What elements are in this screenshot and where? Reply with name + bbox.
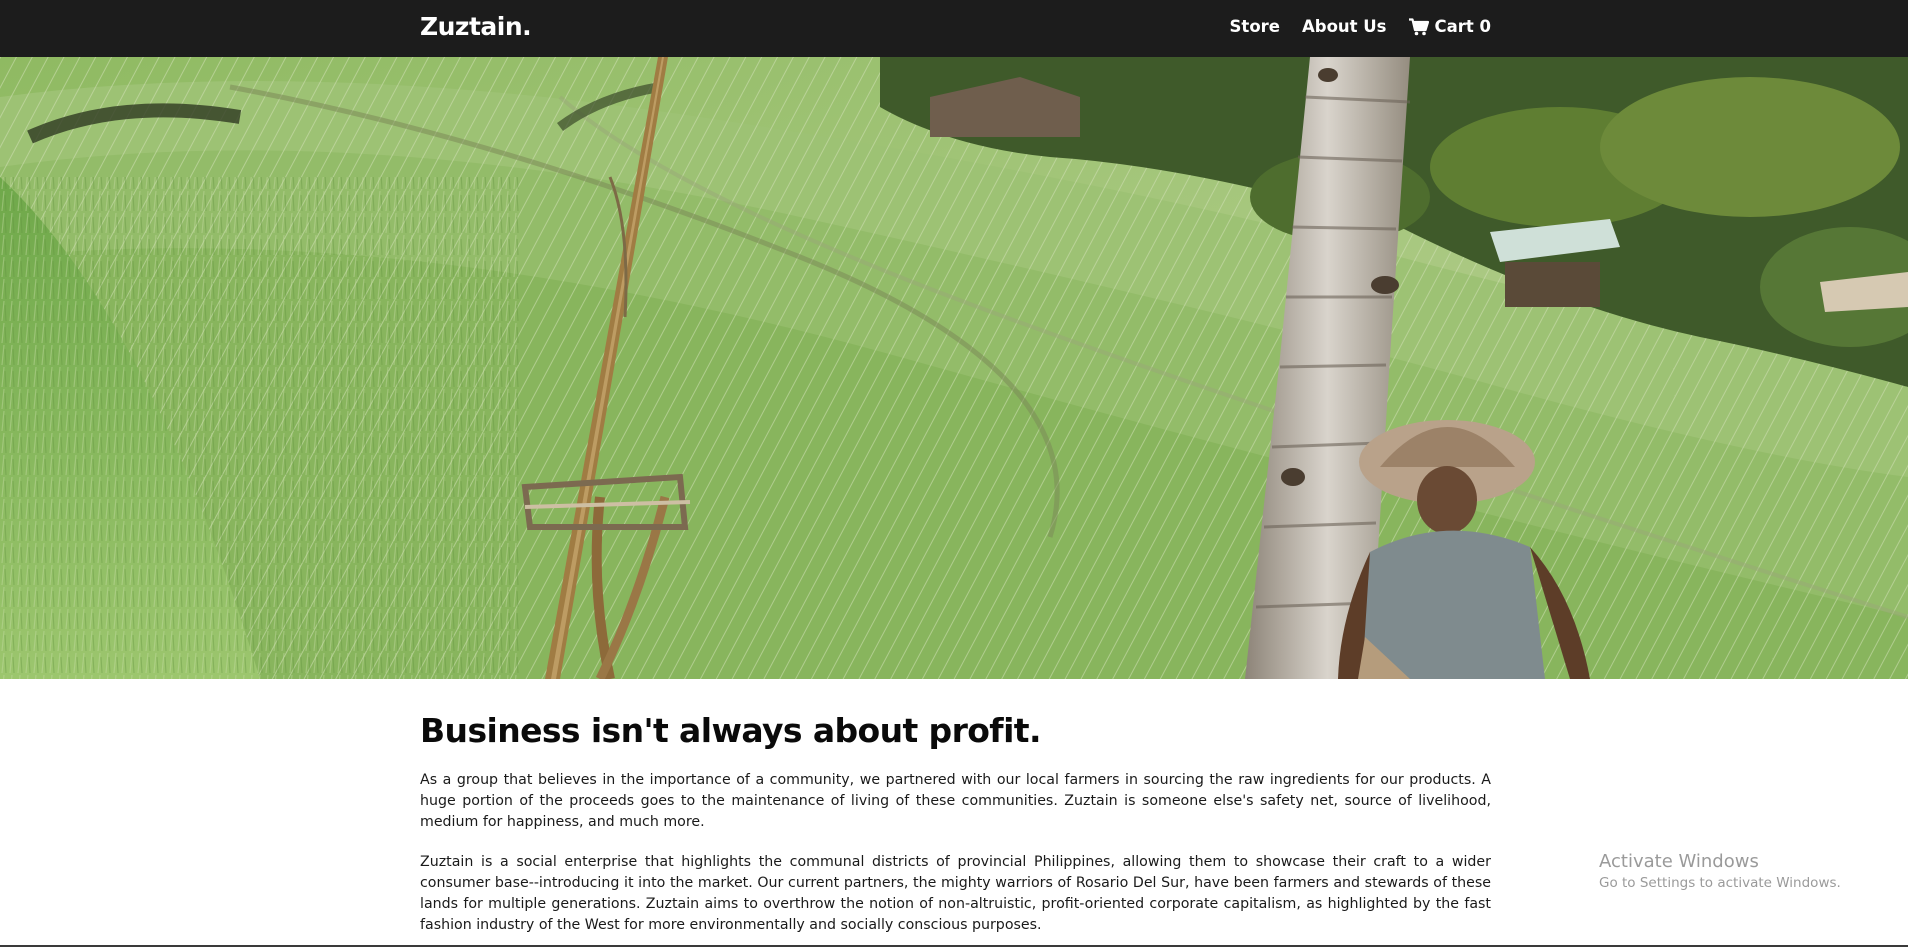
activate-windows-watermark: Activate Windows Go to Settings to activ… [1599, 850, 1841, 892]
nav-link-cart[interactable]: Cart 0 [1408, 17, 1492, 36]
nav-link-about-us[interactable]: About Us [1302, 17, 1387, 36]
about-paragraph-1: As a group that believes in the importan… [420, 771, 1491, 830]
brand-logo[interactable]: Zuztain. [420, 12, 532, 41]
about-heading: Business isn't always about profit. [420, 711, 1041, 750]
nav-link-store[interactable]: Store [1230, 17, 1280, 36]
hero-rice-terrace-illustration [0, 57, 1908, 679]
about-section: Business isn't always about profit. As a… [420, 679, 1491, 936]
watermark-subtitle: Go to Settings to activate Windows. [1599, 875, 1841, 891]
watermark-title: Activate Windows [1599, 851, 1759, 872]
about-paragraph-2: Zuztain is a social enterprise that high… [420, 853, 1491, 933]
shopping-cart-icon [1408, 17, 1429, 35]
top-navbar: Zuztain. Store About Us Cart 0 [0, 0, 1908, 57]
cart-label: Cart 0 [1434, 17, 1492, 36]
nav-links: Store About Us Cart 0 [1230, 17, 1491, 36]
hero-image [0, 57, 1908, 679]
